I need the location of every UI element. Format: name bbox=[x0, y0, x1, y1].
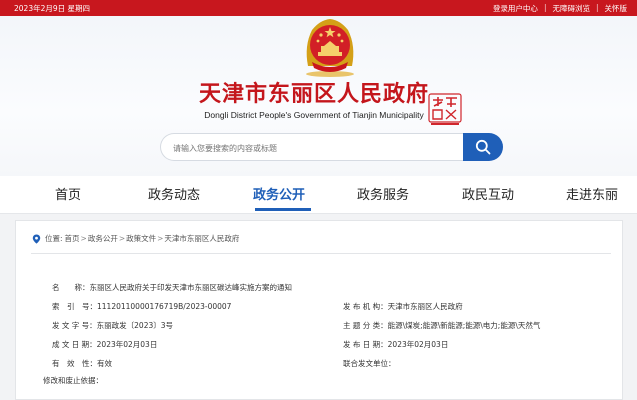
breadcrumb-home[interactable]: 首页 bbox=[65, 233, 80, 244]
doc-published-value: 2023年02月03日 bbox=[387, 340, 449, 349]
nav-home[interactable]: 首页 bbox=[55, 184, 81, 203]
doc-joint-label: 联合发文单位： bbox=[343, 359, 396, 368]
breadcrumb-separator: > bbox=[118, 234, 126, 243]
breadcrumb-gov-openness[interactable]: 政务公开 bbox=[88, 233, 118, 244]
search-button[interactable] bbox=[463, 133, 503, 161]
doc-published-row: 发 布 日 期：2023年02月03日 bbox=[343, 339, 448, 350]
main-nav: 首页 政务动态 政务公开 政务服务 政民互动 走进东丽 bbox=[0, 176, 637, 214]
separator: | bbox=[595, 3, 599, 12]
content-area: 位置: 首页 > 政务公开 > 政策文件 > 天津市东丽区人民政府 名 称：东丽… bbox=[0, 214, 637, 400]
doc-validity-value: 有效 bbox=[97, 359, 112, 368]
doc-validity-row: 有 效 性：有效 bbox=[52, 358, 112, 369]
doc-created-value: 2023年02月03日 bbox=[96, 340, 158, 349]
doc-category-value: 能源\煤炭;能源\新能源;能源\电力;能源\天然气 bbox=[387, 321, 541, 330]
nav-gov-news[interactable]: 政务动态 bbox=[148, 184, 200, 203]
doc-created-row: 成 文 日 期：2023年02月03日 bbox=[52, 339, 157, 350]
site-title[interactable]: 天津市东丽区人民政府 bbox=[194, 76, 434, 108]
separator: | bbox=[543, 3, 547, 12]
search-box bbox=[160, 133, 463, 161]
breadcrumb-policy-docs[interactable]: 政策文件 bbox=[126, 233, 156, 244]
location-pin-icon bbox=[32, 234, 41, 244]
doc-name-value: 东丽区人民政府关于印发天津市东丽区碳达峰实施方案的通知 bbox=[89, 283, 293, 292]
doc-issuer-row: 发 布 机 构：天津市东丽区人民政府 bbox=[343, 301, 463, 312]
breadcrumb-prefix: 位置: bbox=[45, 234, 63, 243]
site-title-english: Dongli District People's Government of T… bbox=[204, 110, 424, 120]
doc-number-row: 发 文 字 号：东丽政发〔2023〕3号 bbox=[52, 320, 173, 331]
breadcrumb-separator: > bbox=[80, 234, 87, 243]
login-link[interactable]: 登录用户中心 bbox=[493, 3, 538, 14]
doc-name-row: 名 称：东丽区人民政府关于印发天津市东丽区碳达峰实施方案的通知 bbox=[52, 282, 292, 293]
tianjin-seal-icon bbox=[428, 93, 462, 125]
divider bbox=[31, 253, 611, 254]
active-tab-indicator bbox=[255, 208, 311, 211]
site-title-block: 天津市东丽区人民政府 Dongli District People's Gove… bbox=[194, 76, 434, 120]
doc-issuer-label: 发 布 机 构： bbox=[343, 302, 388, 311]
doc-published-label: 发 布 日 期： bbox=[343, 340, 388, 349]
care-mode-link[interactable]: 关怀版 bbox=[605, 3, 628, 14]
breadcrumb-current[interactable]: 天津市东丽区人民政府 bbox=[164, 233, 239, 244]
nav-gov-services[interactable]: 政务服务 bbox=[357, 184, 409, 203]
doc-basis-label: 修改和废止依据： bbox=[43, 376, 103, 385]
doc-created-label: 成 文 日 期： bbox=[52, 340, 97, 349]
doc-index-label: 索 引 号： bbox=[52, 302, 97, 311]
breadcrumb-separator: > bbox=[157, 234, 164, 243]
site-header: 天津市东丽区人民政府 Dongli District People's Gove… bbox=[0, 16, 637, 176]
nav-gov-openness[interactable]: 政务公开 bbox=[253, 184, 305, 203]
doc-index-value: 11120110000176719B/2023-00007 bbox=[97, 302, 232, 311]
accessibility-link[interactable]: 无障碍浏览 bbox=[552, 3, 590, 14]
document-panel: 位置: 首页 > 政务公开 > 政策文件 > 天津市东丽区人民政府 名 称：东丽… bbox=[15, 220, 623, 400]
breadcrumb: 位置: 首页 > 政务公开 > 政策文件 > 天津市东丽区人民政府 bbox=[32, 233, 239, 244]
doc-issuer-value: 天津市东丽区人民政府 bbox=[387, 302, 463, 311]
top-bar: 2023年2月9日 星期四 登录用户中心 | 无障碍浏览 | 关怀版 bbox=[0, 0, 637, 16]
nav-about-dongli[interactable]: 走进东丽 bbox=[566, 184, 618, 203]
doc-name-label: 名 称： bbox=[52, 283, 90, 292]
doc-validity-label: 有 效 性： bbox=[52, 359, 97, 368]
doc-index-row: 索 引 号：11120110000176719B/2023-00007 bbox=[52, 301, 231, 312]
doc-number-value: 东丽政发〔2023〕3号 bbox=[96, 321, 174, 330]
doc-category-row: 主 题 分 类：能源\煤炭;能源\新能源;能源\电力;能源\天然气 bbox=[343, 320, 540, 331]
nav-interaction[interactable]: 政民互动 bbox=[462, 184, 514, 203]
doc-category-label: 主 题 分 类： bbox=[343, 321, 388, 330]
doc-joint-row: 联合发文单位： bbox=[343, 358, 396, 369]
search-input[interactable] bbox=[173, 139, 453, 157]
top-links: 登录用户中心 | 无障碍浏览 | 关怀版 bbox=[493, 3, 627, 14]
doc-number-label: 发 文 字 号： bbox=[52, 321, 97, 330]
current-date: 2023年2月9日 星期四 bbox=[14, 4, 91, 13]
search-icon bbox=[475, 139, 491, 155]
national-emblem-icon bbox=[306, 19, 354, 77]
